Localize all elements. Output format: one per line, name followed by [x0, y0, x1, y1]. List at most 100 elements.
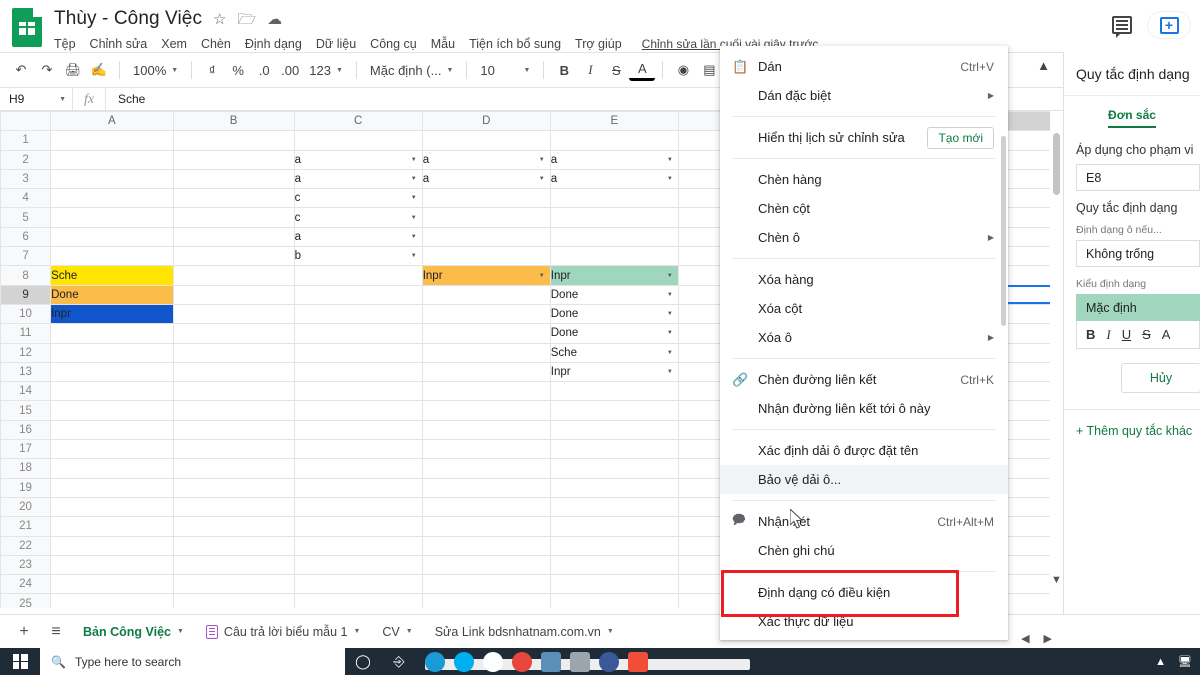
column-header-B[interactable]: B	[172, 111, 295, 132]
cell-B12[interactable]	[172, 342, 295, 363]
sheet-tab-1[interactable]: Câu trả lời biểu mẫu 1 ▼	[195, 615, 371, 649]
style-italic-button[interactable]: I	[1106, 327, 1110, 343]
menu-item-delete-row[interactable]: Xóa hàng	[720, 265, 1008, 294]
scroll-sheets-right-icon[interactable]: ▶	[1044, 632, 1052, 645]
cell-C6[interactable]: a ▼	[293, 226, 423, 248]
chevron-down-icon[interactable]: ▼	[607, 628, 614, 635]
cell-A4[interactable]	[50, 188, 174, 209]
menu-format[interactable]: Định dạng	[245, 37, 302, 51]
cortana-icon[interactable]: ◯	[345, 648, 381, 675]
style-strikethrough-button[interactable]: S	[1142, 327, 1151, 342]
cell-C19[interactable]	[293, 477, 423, 498]
apply-range-input[interactable]: E8	[1076, 164, 1200, 191]
paint-format-icon[interactable]: ✍	[86, 57, 112, 83]
chevron-down-icon[interactable]: ▼	[353, 628, 360, 635]
borders-icon[interactable]: ▤	[696, 57, 722, 83]
cloud-status-icon[interactable]: ☁	[267, 12, 282, 27]
cell-D18[interactable]	[421, 458, 551, 479]
collapse-toolbar-icon[interactable]: ▲	[1037, 58, 1050, 73]
cell-B16[interactable]	[172, 419, 295, 441]
menu-edit[interactable]: Chỉnh sửa	[90, 37, 148, 51]
row-header-20[interactable]: 20	[0, 496, 52, 518]
create-new-version-button[interactable]: Tạo mới	[927, 126, 994, 149]
cell-D19[interactable]	[421, 477, 551, 498]
cell-C2[interactable]: a ▼	[293, 149, 423, 170]
cancel-button[interactable]: Hủy	[1121, 363, 1200, 393]
cell-B2[interactable]	[172, 149, 295, 170]
cell-C5[interactable]: c ▼	[293, 207, 423, 228]
cell-dropdown-chevron-down-icon[interactable]: ▼	[667, 273, 673, 279]
cell-B3[interactable]	[172, 168, 295, 190]
style-text-color-button[interactable]: A	[1162, 327, 1171, 342]
cell-E16[interactable]	[549, 419, 679, 441]
vertical-scrollbar-thumb[interactable]	[1053, 133, 1060, 195]
cell-E19[interactable]	[549, 477, 679, 498]
all-sheets-icon[interactable]: ≡	[40, 623, 72, 641]
windows-start-icon[interactable]	[0, 648, 40, 675]
menu-addons[interactable]: Tiện ích bổ sung	[469, 37, 561, 51]
cell-dropdown-chevron-down-icon[interactable]: ▼	[411, 253, 417, 259]
percent-format-button[interactable]: %	[225, 57, 251, 83]
row-header-17[interactable]: 17	[0, 439, 52, 460]
column-header-D[interactable]: D	[421, 111, 551, 132]
row-header-10[interactable]: 10	[0, 303, 52, 325]
cell-E23[interactable]	[549, 554, 679, 576]
cell-A22[interactable]	[50, 535, 174, 556]
increase-decimal-button[interactable]: .00	[277, 57, 303, 83]
menu-item-insert-col[interactable]: Chèn cột	[720, 194, 1008, 223]
cell-E9[interactable]: Done ▼	[549, 284, 679, 305]
cell-B15[interactable]	[172, 400, 295, 421]
cell-B8[interactable]	[172, 265, 295, 286]
row-header-5[interactable]: 5	[0, 207, 52, 228]
italic-button[interactable]: I	[577, 57, 603, 83]
cell-D14[interactable]	[421, 381, 551, 402]
cell-E7[interactable]	[549, 246, 679, 267]
cell-D10[interactable]	[421, 303, 551, 325]
add-another-rule-button[interactable]: + Thêm quy tắc khác	[1064, 410, 1200, 438]
cell-dropdown-chevron-down-icon[interactable]: ▼	[411, 234, 417, 240]
cell-C15[interactable]	[293, 400, 423, 421]
cell-E17[interactable]	[549, 439, 679, 460]
cell-B19[interactable]	[172, 477, 295, 498]
row-header-12[interactable]: 12	[0, 342, 52, 363]
menu-help[interactable]: Trợ giúp	[575, 37, 622, 51]
google-sheets-logo[interactable]	[12, 8, 46, 48]
cell-B18[interactable]	[172, 458, 295, 479]
cell-C11[interactable]	[293, 323, 423, 344]
cell-A6[interactable]	[50, 226, 174, 248]
add-sheet-icon[interactable]: +	[8, 623, 40, 641]
menu-item-named-range[interactable]: Xác định dải ô được đặt tên	[720, 436, 1008, 465]
cell-B14[interactable]	[172, 381, 295, 402]
bold-button[interactable]: B	[551, 57, 577, 83]
cell-B6[interactable]	[172, 226, 295, 248]
row-header-9[interactable]: 9	[0, 284, 52, 305]
print-icon[interactable]: 🖨	[60, 57, 86, 83]
cell-D17[interactable]	[421, 439, 551, 460]
condition-select[interactable]: Không trống	[1076, 240, 1200, 267]
cell-D8[interactable]: Inpr ▼	[421, 265, 551, 286]
cell-A2[interactable]	[50, 149, 174, 170]
cell-B7[interactable]	[172, 246, 295, 267]
cell-D9[interactable]	[421, 284, 551, 305]
cell-E12[interactable]: Sche ▼	[549, 342, 679, 363]
cell-D16[interactable]	[421, 419, 551, 441]
cell-D11[interactable]	[421, 323, 551, 344]
cell-B11[interactable]	[172, 323, 295, 344]
menu-file[interactable]: Tệp	[54, 37, 76, 51]
cell-C8[interactable]	[293, 265, 423, 286]
currency-format-button[interactable]: ₫	[199, 57, 225, 83]
cell-C21[interactable]	[293, 516, 423, 537]
chevron-down-icon[interactable]: ▼	[406, 628, 413, 635]
cell-E14[interactable]	[549, 381, 679, 402]
cell-A11[interactable]	[50, 323, 174, 344]
cell-dropdown-chevron-down-icon[interactable]: ▼	[667, 176, 673, 182]
menu-item-paste-special[interactable]: Dán đặc biệt ▶	[720, 81, 1008, 110]
cell-E21[interactable]	[549, 516, 679, 537]
cell-E1[interactable]	[549, 130, 679, 151]
menu-item-get-link[interactable]: Nhận đường liên kết tới ô này	[720, 394, 1008, 423]
cell-E8[interactable]: Inpr ▼	[549, 265, 679, 286]
menu-item-edit-history[interactable]: Hiển thị lịch sử chỉnh sửa Tạo mới	[720, 123, 1008, 152]
menu-template[interactable]: Mẫu	[431, 37, 455, 51]
row-header-4[interactable]: 4	[0, 188, 52, 209]
zoom-selector[interactable]: 100% ▼	[127, 57, 184, 83]
